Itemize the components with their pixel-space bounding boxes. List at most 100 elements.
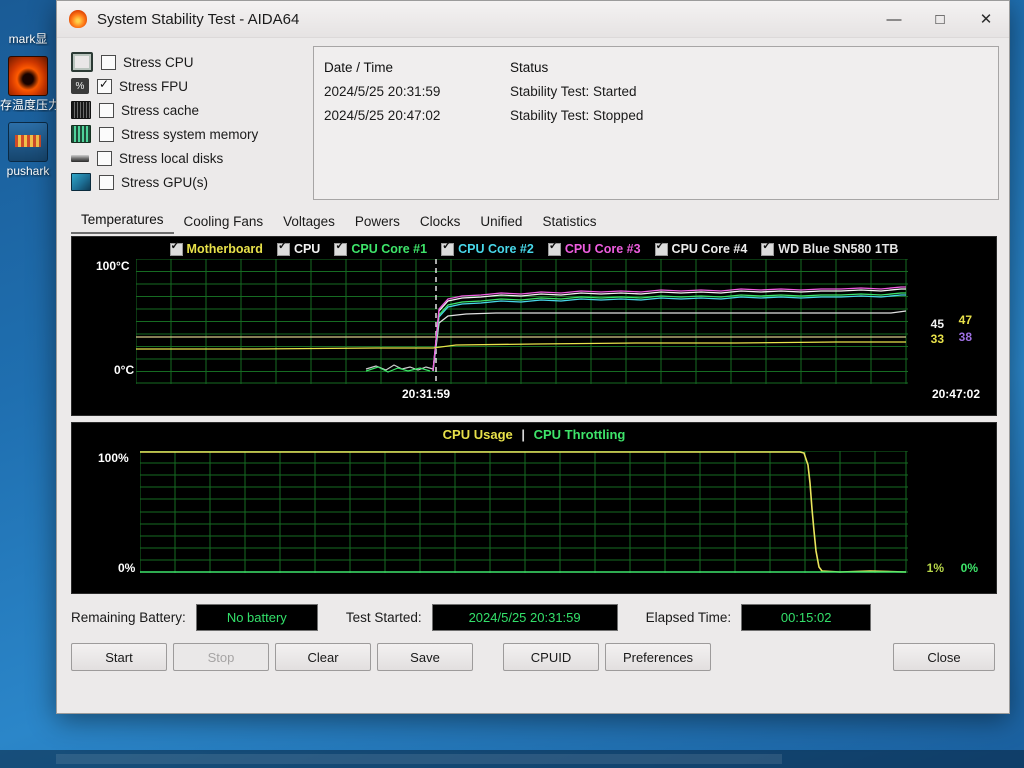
taskbar[interactable] <box>0 750 1024 768</box>
legend-checkbox[interactable] <box>654 240 668 256</box>
desktop-item-stress-test[interactable]: 存温度压力 测试 <box>0 56 56 112</box>
start-button[interactable]: Start <box>71 643 167 671</box>
stress-fpu-checkbox[interactable] <box>97 77 112 94</box>
memory-module-icon <box>71 125 91 143</box>
stress-option-gpu[interactable]: Stress GPU(s) <box>71 170 303 194</box>
application-window: System Stability Test - AIDA64 — □ ✕ Str… <box>56 0 1010 714</box>
test-started-label: Test Started: <box>345 610 422 625</box>
log-cell-status: Stability Test: Started <box>510 83 637 99</box>
legend-item-cpu-core-4[interactable]: CPU Core #4 <box>654 240 748 256</box>
desktop-item-mark[interactable]: mark显 <box>0 32 56 46</box>
legend-checkbox[interactable] <box>761 240 775 256</box>
stop-button: Stop <box>173 643 269 671</box>
tab-cooling-fans[interactable]: Cooling Fans <box>174 211 274 234</box>
title-bar[interactable]: System Stability Test - AIDA64 — □ ✕ <box>57 1 1009 38</box>
temp-axis-min-label: 0°C <box>114 363 135 377</box>
gpu-icon <box>71 173 91 191</box>
cache-icon <box>71 101 91 119</box>
top-section: Stress CPU % Stress FPU Stress cache Str… <box>57 38 1009 200</box>
cpu-usage-graph[interactable]: CPU Usage | CPU Throttling 100% 0% 1% 0% <box>71 422 997 594</box>
minimize-button[interactable]: — <box>871 1 917 37</box>
tab-statistics[interactable]: Statistics <box>532 211 606 234</box>
stress-cache-checkbox[interactable] <box>99 102 114 118</box>
temp-value-row1-left: 45 <box>930 317 944 331</box>
cpu-throttling-value: 0% <box>960 561 978 575</box>
stress-option-label: Stress FPU <box>119 78 189 94</box>
desktop-item-label: pushark <box>6 164 50 178</box>
legend-checkbox[interactable] <box>547 240 561 256</box>
legend-item-cpu-core-1[interactable]: CPU Core #1 <box>334 240 428 256</box>
legend-label: CPU Core #4 <box>671 242 748 256</box>
stress-option-cpu[interactable]: Stress CPU <box>71 50 303 74</box>
legend-checkbox[interactable] <box>276 240 290 256</box>
gpu-card-icon <box>8 122 48 162</box>
log-header-status: Status <box>510 59 549 75</box>
log-row[interactable]: 2024/5/25 20:31:59 Stability Test: Start… <box>324 79 988 103</box>
desktop-item-pushark[interactable]: pushark <box>0 122 56 178</box>
close-window-button[interactable]: ✕ <box>963 1 1009 37</box>
temperature-graph[interactable]: Motherboard CPU CPU Core #1 CPU Core #2 … <box>71 236 997 416</box>
stress-gpu-checkbox[interactable] <box>99 174 114 190</box>
cpu-usage-plot <box>140 451 908 573</box>
elapsed-time-value: 00:15:02 <box>741 604 872 631</box>
legend-item-motherboard[interactable]: Motherboard <box>169 240 263 256</box>
legend-item-wd-blue[interactable]: WD Blue SN580 1TB <box>761 240 898 256</box>
preferences-button[interactable]: Preferences <box>605 643 711 671</box>
cpu-throttling-title: CPU Throttling <box>533 427 626 442</box>
clear-button[interactable]: Clear <box>275 643 371 671</box>
cpu-usage-title: CPU Usage <box>442 427 513 442</box>
legend-item-cpu-core-3[interactable]: CPU Core #3 <box>547 240 641 256</box>
log-cell-datetime: 2024/5/25 20:47:02 <box>324 107 441 123</box>
graphs-section: Motherboard CPU CPU Core #1 CPU Core #2 … <box>57 234 1009 594</box>
desktop-icons: mark显 存温度压力 测试 pushark <box>0 32 56 188</box>
tab-clocks[interactable]: Clocks <box>410 211 471 234</box>
tab-temperatures[interactable]: Temperatures <box>71 209 174 234</box>
elapsed-time-label: Elapsed Time: <box>645 610 732 625</box>
stress-option-disks[interactable]: Stress local disks <box>71 146 303 170</box>
maximize-button[interactable]: □ <box>917 1 963 37</box>
stress-option-fpu[interactable]: % Stress FPU <box>71 74 303 98</box>
legend-checkbox[interactable] <box>169 240 183 256</box>
stress-option-label: Stress CPU <box>123 54 194 70</box>
legend-item-cpu-core-2[interactable]: CPU Core #2 <box>441 240 534 256</box>
cpu-axis-min-label: 0% <box>118 561 136 575</box>
temp-axis-start-time: 20:31:59 <box>402 387 451 401</box>
stress-option-memory[interactable]: Stress system memory <box>71 122 303 146</box>
tab-powers[interactable]: Powers <box>345 211 410 234</box>
stress-option-cache[interactable]: Stress cache <box>71 98 303 122</box>
cpu-axis-max-label: 100% <box>98 451 129 465</box>
status-strip: Remaining Battery: No battery Test Start… <box>57 594 1009 631</box>
tab-unified[interactable]: Unified <box>470 211 532 234</box>
temperature-legend: Motherboard CPU CPU Core #1 CPU Core #2 … <box>72 239 996 259</box>
log-row[interactable]: 2024/5/25 20:47:02 Stability Test: Stopp… <box>324 103 988 127</box>
close-button[interactable]: Close <box>893 643 995 671</box>
cpu-graph-title: CPU Usage | CPU Throttling <box>72 427 996 442</box>
save-button[interactable]: Save <box>377 643 473 671</box>
stress-cpu-checkbox[interactable] <box>101 54 116 70</box>
legend-label: CPU Core #2 <box>458 242 534 256</box>
desktop-item-label: 存温度压力 测试 <box>0 98 56 112</box>
log-header-datetime: Date / Time <box>324 59 394 75</box>
fire-icon <box>8 56 48 96</box>
legend-label: CPU Core #3 <box>564 242 641 256</box>
stress-option-label: Stress cache <box>121 102 200 118</box>
legend-label: Motherboard <box>186 242 263 256</box>
log-header-row: Date / Time Status <box>324 55 988 79</box>
status-log-panel[interactable]: Date / Time Status 2024/5/25 20:31:59 St… <box>313 46 999 200</box>
button-bar: Start Stop Clear Save CPUID Preferences … <box>57 631 1009 671</box>
legend-checkbox[interactable] <box>441 240 455 256</box>
stress-memory-checkbox[interactable] <box>99 126 114 142</box>
battery-label: Remaining Battery: <box>71 610 186 625</box>
cpu-chip-icon <box>71 52 93 72</box>
legend-checkbox[interactable] <box>334 240 348 256</box>
tab-voltages[interactable]: Voltages <box>273 211 345 234</box>
legend-item-cpu[interactable]: CPU <box>276 240 320 256</box>
battery-value: No battery <box>195 604 318 631</box>
cpu-usage-value: 1% <box>926 561 944 575</box>
stress-disks-checkbox[interactable] <box>97 150 112 166</box>
log-cell-datetime: 2024/5/25 20:31:59 <box>324 83 441 99</box>
legend-label: CPU Core #1 <box>351 242 428 256</box>
temp-axis-end-time: 20:47:02 <box>931 387 980 401</box>
cpuid-button[interactable]: CPUID <box>503 643 599 671</box>
stress-option-label: Stress system memory <box>121 126 259 142</box>
